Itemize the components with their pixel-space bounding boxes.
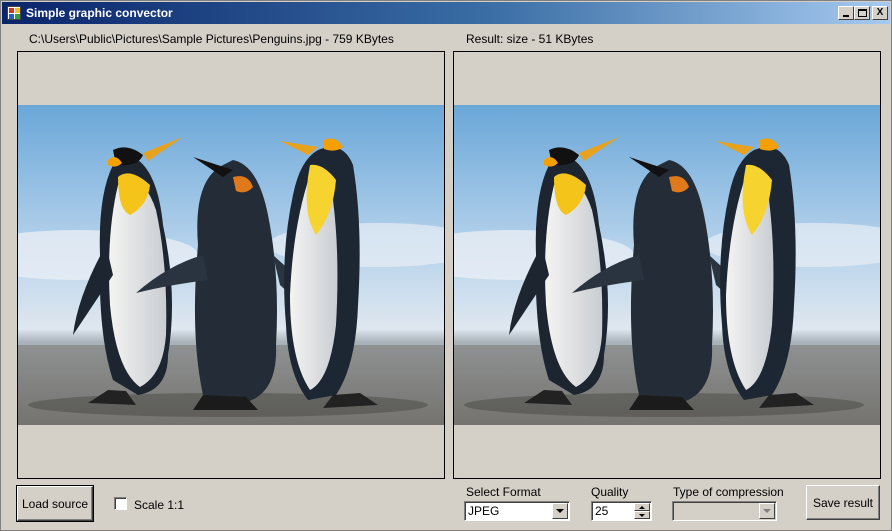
- minimize-icon: [843, 15, 849, 17]
- window-title: Simple graphic convector: [26, 6, 173, 20]
- maximize-icon: [857, 9, 867, 17]
- quality-stepper[interactable]: 25: [591, 501, 652, 521]
- scale-checkbox[interactable]: [114, 497, 127, 510]
- save-result-button[interactable]: Save result: [806, 485, 880, 520]
- source-image-panel: [17, 51, 445, 479]
- chevron-down-icon: [556, 509, 564, 513]
- format-label: Select Format: [466, 485, 541, 499]
- spin-up-icon: [639, 505, 645, 509]
- spin-down-icon: [639, 513, 645, 517]
- load-source-button[interactable]: Load source: [16, 485, 94, 522]
- format-dropdown-button[interactable]: [552, 503, 568, 519]
- scale-checkbox-label[interactable]: Scale 1:1: [134, 498, 184, 512]
- app-icon[interactable]: [7, 6, 21, 20]
- maximize-button[interactable]: [854, 6, 870, 20]
- format-select[interactable]: JPEG: [464, 501, 570, 521]
- format-select-value: JPEG: [468, 504, 500, 518]
- close-button[interactable]: X: [872, 6, 888, 20]
- result-image-panel: [453, 51, 881, 479]
- result-image: [454, 105, 880, 425]
- quality-up-button[interactable]: [634, 503, 650, 511]
- source-file-label: C:\Users\Public\Pictures\Sample Pictures…: [29, 32, 394, 46]
- close-icon: X: [876, 7, 884, 18]
- compression-label: Type of compression: [673, 485, 784, 499]
- result-size-label: Result: size - 51 KBytes: [466, 32, 594, 46]
- quality-down-button[interactable]: [634, 511, 650, 519]
- quality-label: Quality: [591, 485, 629, 499]
- title-bar[interactable]: Simple graphic convector X: [2, 2, 890, 24]
- source-image: [18, 105, 444, 425]
- chevron-down-icon: [763, 509, 771, 513]
- minimize-button[interactable]: [838, 6, 854, 20]
- compression-select[interactable]: [672, 501, 777, 521]
- quality-value[interactable]: 25: [595, 504, 608, 518]
- compression-dropdown-button[interactable]: [759, 503, 775, 519]
- app-window: Simple graphic convector X C:\Users\Publ…: [0, 0, 892, 531]
